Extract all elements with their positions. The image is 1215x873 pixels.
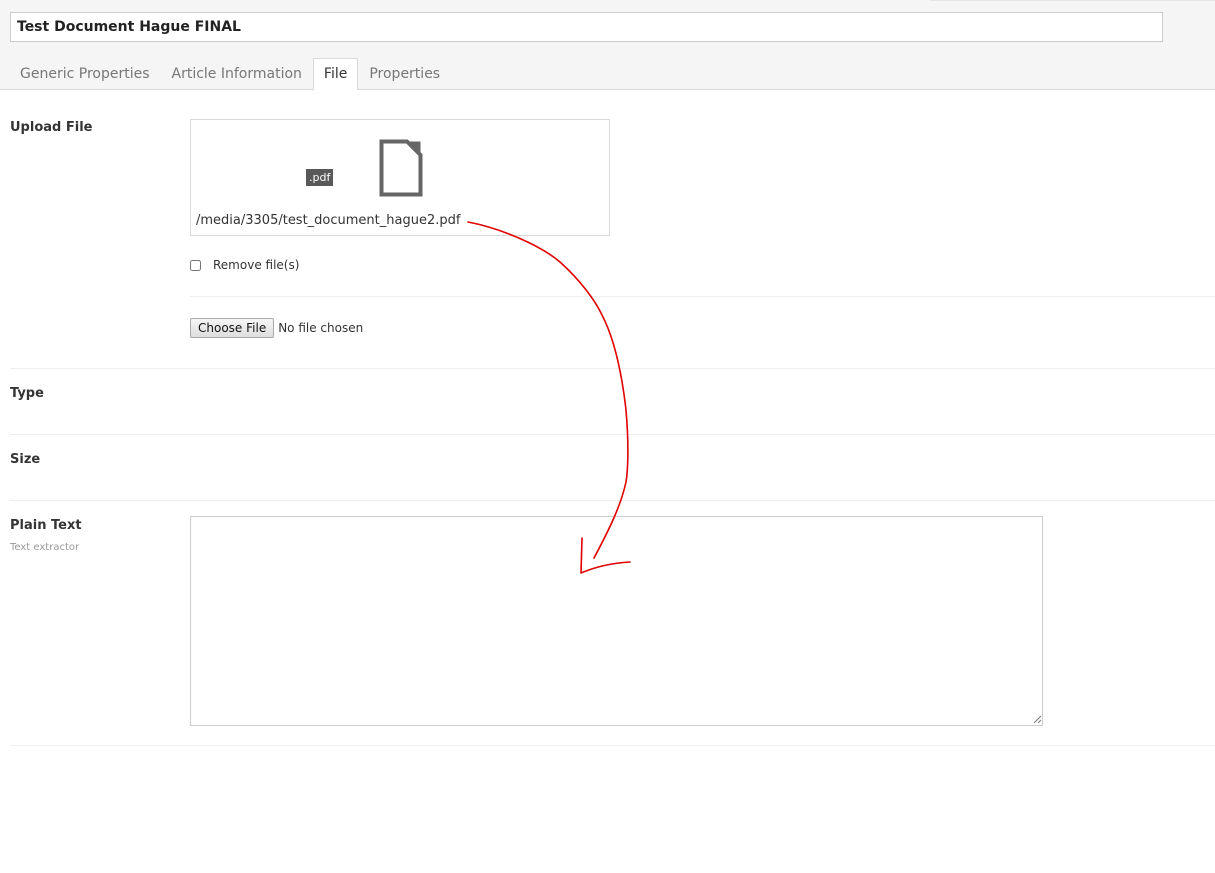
choose-file-button[interactable]: Choose File [190,318,275,338]
tab-article-information[interactable]: Article Information [161,58,313,88]
tab-file[interactable]: File [312,58,359,90]
divider [10,434,1215,435]
type-label: Type [10,386,44,401]
file-chooser: Choose File No file chosen [190,318,363,338]
size-label: Size [10,452,41,467]
tab-bar: Generic Properties Article Information F… [9,58,451,90]
tab-generic-properties[interactable]: Generic Properties [9,58,161,88]
document-icon [379,139,423,197]
file-path-link[interactable]: /media/3305/test_document_hague2.pdf [196,213,460,228]
remove-files-row: Remove file(s) [190,258,299,272]
upload-file-label: Upload File [10,120,93,135]
no-file-chosen-text: No file chosen [278,321,364,335]
divider [10,368,1215,369]
plain-text-description: Text extractor [10,542,80,553]
divider [10,500,1215,501]
resize-grip-icon[interactable] [1033,715,1042,724]
divider [10,745,1215,746]
remove-files-checkbox[interactable] [190,259,201,271]
remove-files-label[interactable]: Remove file(s) [213,258,299,272]
header-corner-shadow [930,0,1215,1]
header-panel: Generic Properties Article Information F… [0,0,1215,90]
divider [190,296,1215,297]
uploaded-file-preview: .pdf /media/3305/test_document_hague2.pd… [190,119,610,236]
plain-text-textarea[interactable] [190,516,1043,726]
document-title-input[interactable] [10,12,1163,42]
tab-properties[interactable]: Properties [358,58,451,88]
file-extension-badge: .pdf [306,169,334,186]
plain-text-label: Plain Text [10,518,82,533]
